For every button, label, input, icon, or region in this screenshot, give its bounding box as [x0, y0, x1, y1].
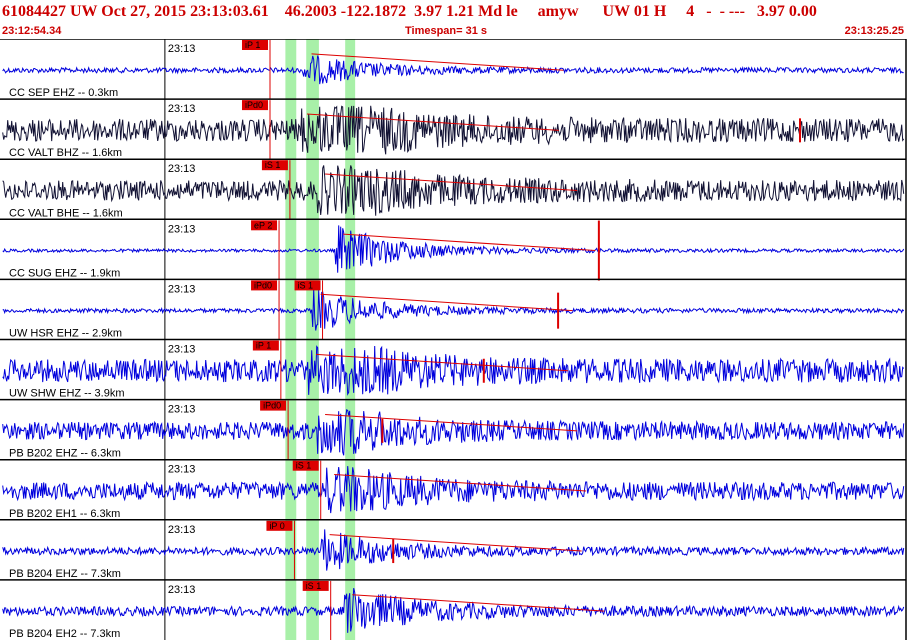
phase-pick-label: iP 1: [256, 341, 271, 351]
station-label: PB B202 EH1 -- 6.3km: [9, 508, 120, 520]
event-title: 61084427 UW Oct 27, 2015 23:13:03.61 46.…: [2, 3, 817, 20]
phase-pick-label: iPd0: [263, 401, 281, 411]
station-label: UW SHW EHZ -- 3.9km: [9, 388, 125, 400]
waveform-trace[interactable]: [2, 345, 905, 396]
waveform-trace[interactable]: [2, 408, 905, 456]
end-time: 23:13:25.25: [844, 25, 904, 37]
minute-tick-label: 23:13: [168, 283, 196, 295]
seismogram-plot[interactable]: 23:13 iP 1 CC SEP EHZ -- 0.3km 23:13 iPd0 CC …: [0, 39, 908, 640]
coda-line: [320, 293, 573, 312]
phase-pick-label: iS 1: [296, 461, 312, 471]
station-label: CC SEP EHZ -- 0.3km: [9, 87, 118, 99]
waveform-trace[interactable]: [2, 165, 905, 216]
station-label: CC VALT BHE -- 1.6km: [9, 207, 123, 219]
seismogram-canvas[interactable]: 23:13 iP 1 CC SEP EHZ -- 0.3km 23:13 iPd0 CC …: [0, 39, 908, 640]
minute-tick-label: 23:13: [168, 404, 196, 416]
minute-tick-label: 23:13: [168, 163, 196, 175]
minute-tick-label: 23:13: [168, 223, 196, 235]
minute-tick-label: 23:13: [168, 524, 196, 536]
minute-tick-label: 23:13: [168, 584, 196, 596]
waveform-trace[interactable]: [2, 587, 905, 633]
phase-pick-label: iS 1: [298, 280, 314, 290]
station-label: PB B202 EHZ -- 6.3km: [9, 448, 121, 460]
phase-pick-label: iPd0: [245, 100, 263, 110]
minute-tick-label: 23:13: [168, 103, 196, 115]
start-time: 23:12:54.34: [2, 25, 62, 37]
station-label: CC SUG EHZ -- 1.9km: [9, 267, 120, 279]
waveform-trace[interactable]: [2, 105, 905, 155]
time-info-row: 23:12:54.34 Timespan= 31 s 23:13:25.25: [0, 24, 908, 39]
coda-line: [343, 233, 596, 252]
station-label: CC VALT BHZ -- 1.6km: [9, 147, 122, 159]
minute-tick-label: 23:13: [168, 43, 196, 55]
waveform-trace[interactable]: [2, 529, 905, 571]
phase-pick-label: iS 1: [265, 160, 281, 170]
station-label: PB B204 EH2 -- 7.3km: [9, 628, 120, 640]
phase-pick-label: iS 1: [306, 581, 322, 591]
waveform-trace[interactable]: [2, 289, 905, 331]
waveform-trace[interactable]: [2, 55, 904, 85]
minute-tick-label: 23:13: [168, 344, 196, 356]
waveform-trace[interactable]: [2, 466, 905, 514]
phase-pick-label: eP 2: [254, 220, 272, 230]
station-label: PB B204 EHZ -- 7.3km: [9, 568, 121, 580]
minute-tick-label: 23:13: [168, 464, 196, 476]
timespan-label: Timespan= 31 s: [405, 25, 488, 37]
header-bar: 61084427 UW Oct 27, 2015 23:13:03.61 46.…: [0, 0, 908, 40]
phase-pick-label: iPd0: [254, 280, 272, 290]
station-label: UW HSR EHZ -- 2.9km: [9, 328, 122, 340]
waveform-trace[interactable]: [2, 225, 905, 273]
phase-pick-label: iP 0: [269, 521, 284, 531]
phase-pick-label: iP 1: [245, 40, 260, 50]
